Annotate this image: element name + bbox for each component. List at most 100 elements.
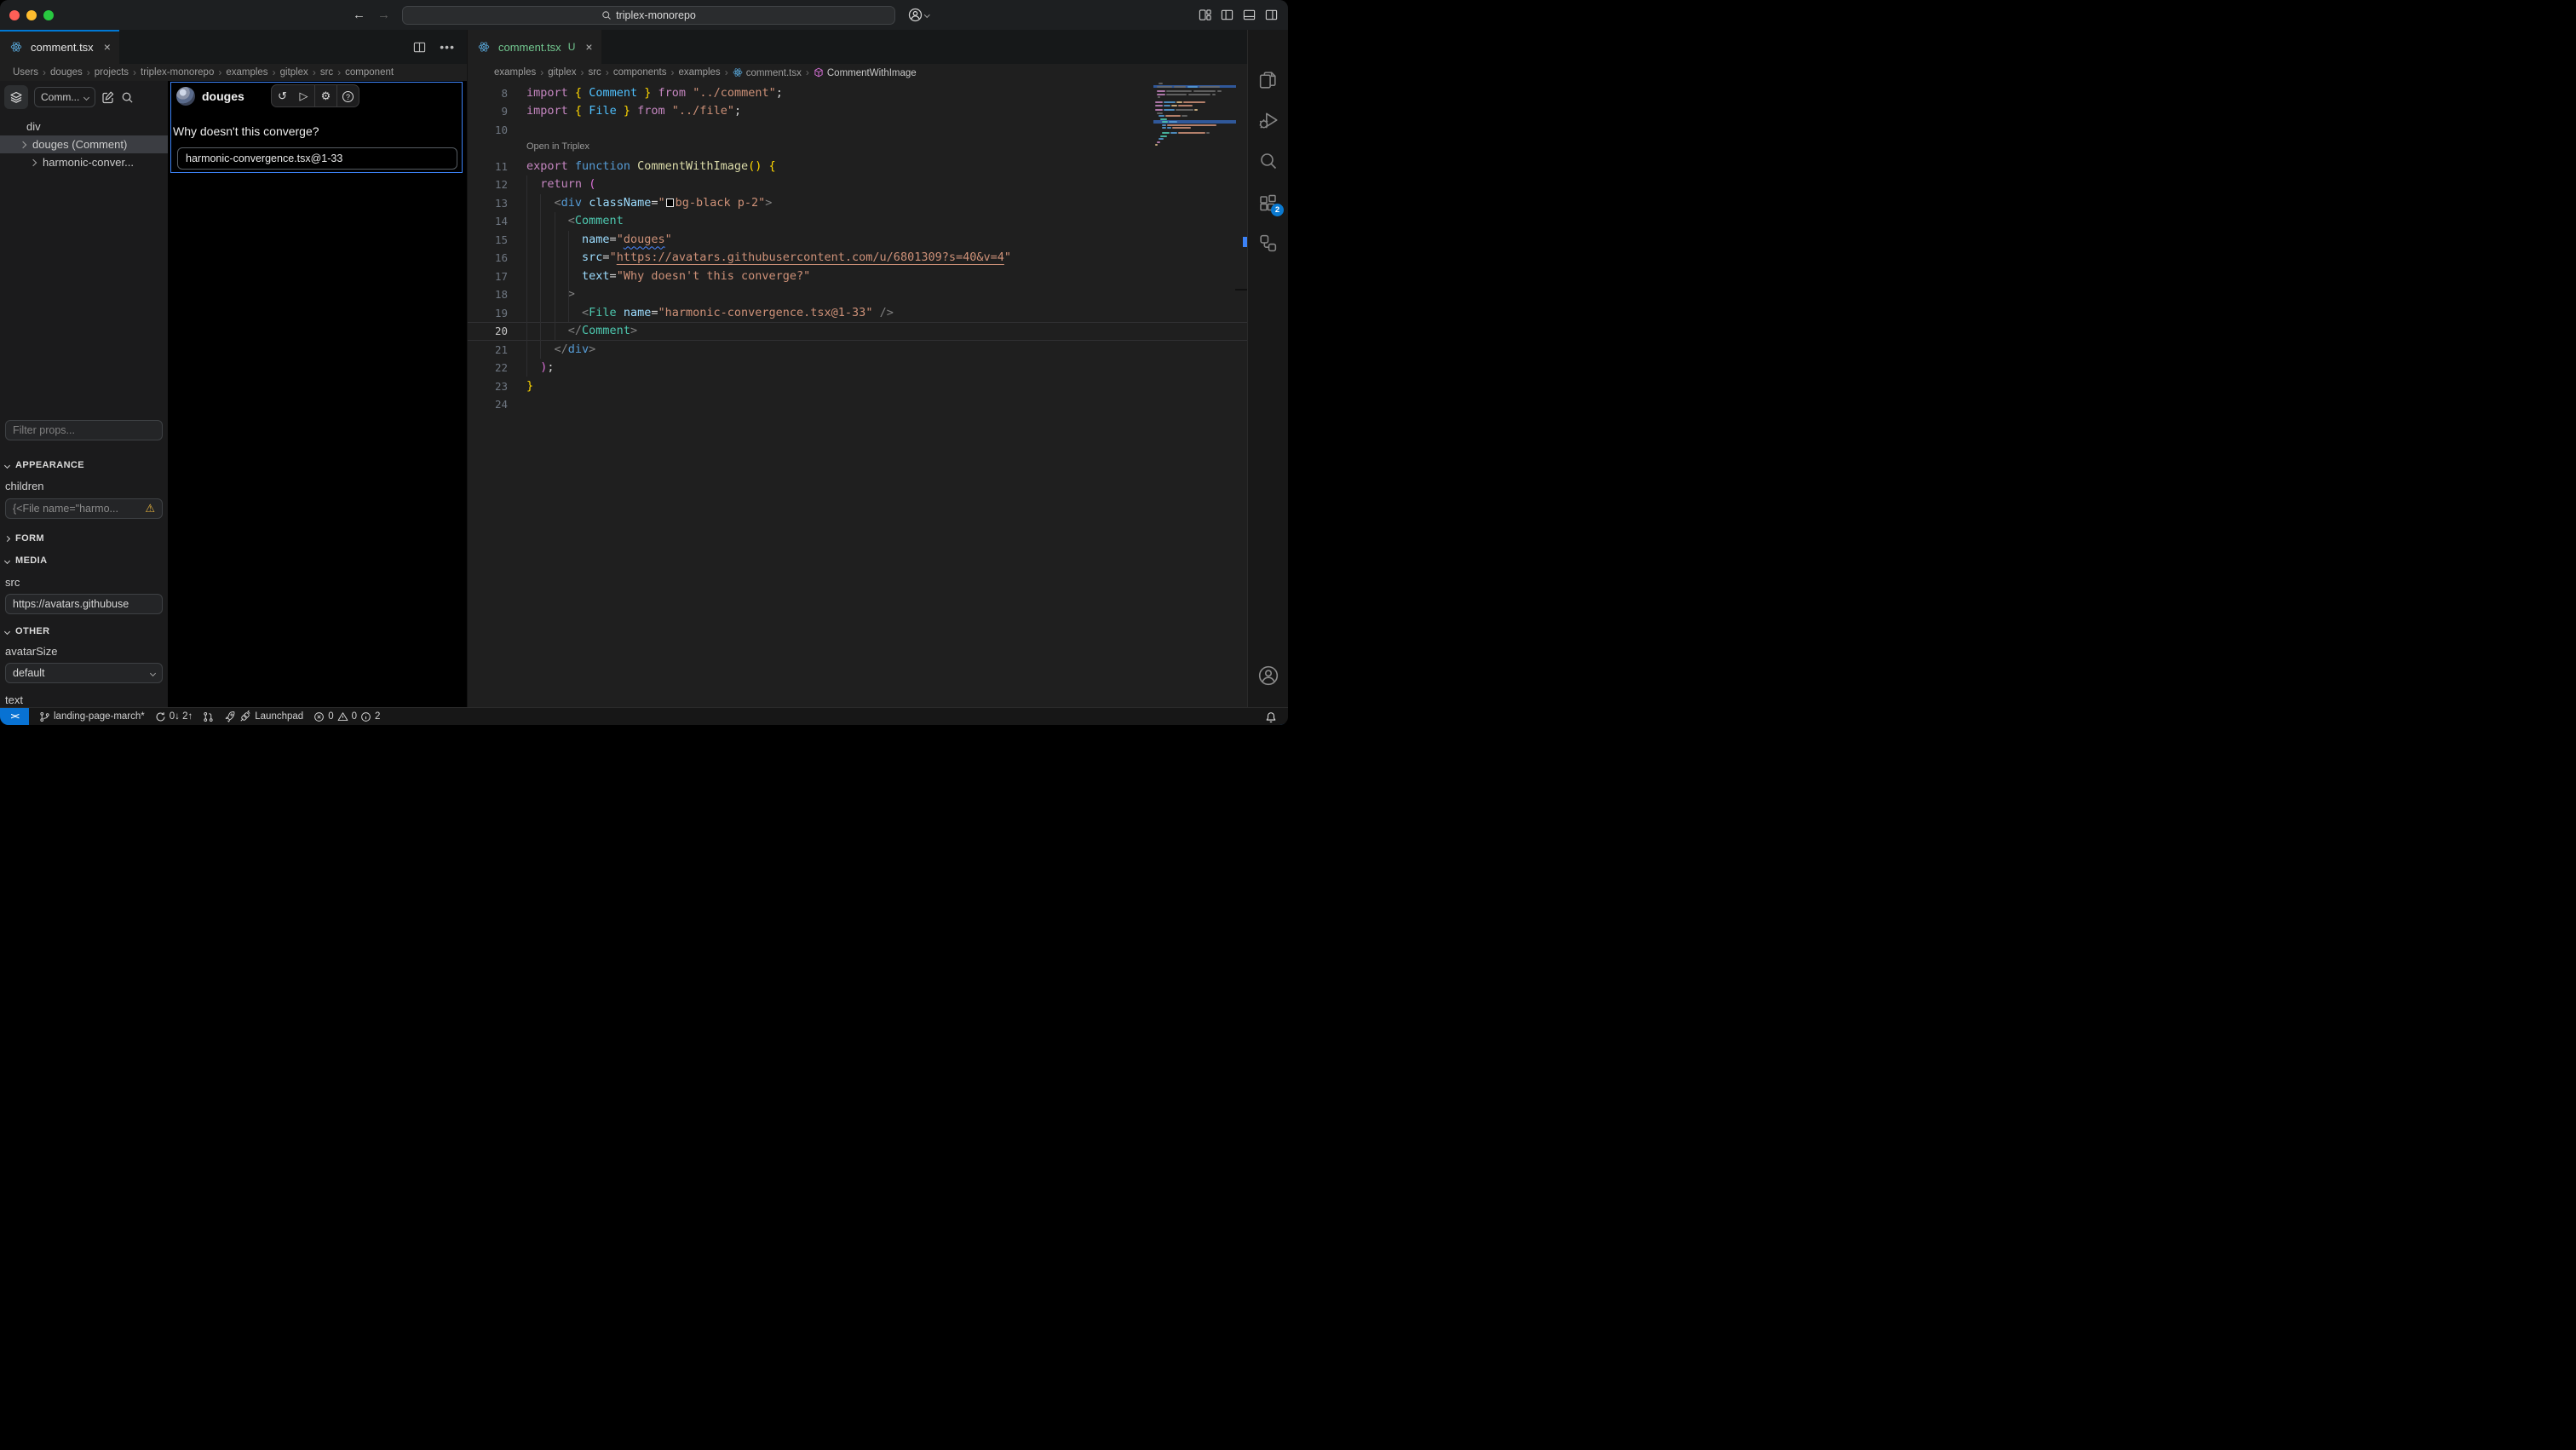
remote-indicator[interactable]: >< (0, 708, 29, 726)
minimap-line (1157, 86, 1172, 88)
children-input[interactable]: {<File name="harmo... ⚠ (5, 498, 163, 519)
code-line-11[interactable]: 11export function CommentWithImage() { (468, 158, 1247, 176)
history-forward-button[interactable]: → (377, 8, 390, 22)
code-line-16[interactable]: 16 src="https://avatars.githubuserconten… (468, 249, 1247, 268)
breadcrumb-item[interactable]: comment.tsx (733, 67, 802, 78)
launchpad-item[interactable]: Launchpad (224, 711, 303, 722)
code-line-8[interactable]: 8import { Comment } from "../comment"; (468, 84, 1247, 103)
undo-icon[interactable]: ↺ (272, 89, 293, 103)
breadcrumb-item[interactable]: component (345, 67, 394, 78)
codelens-row[interactable]: Open in Triplex (468, 139, 1247, 158)
code-line-21[interactable]: 21 </div> (468, 341, 1247, 360)
filter-props-input[interactable] (5, 420, 163, 440)
tab-comment-tsx-code[interactable]: comment.tsx U × (468, 30, 601, 64)
breadcrumb-item[interactable]: src (320, 67, 333, 78)
src-input[interactable]: https://avatars.githubuse (5, 594, 163, 614)
breadcrumb-item[interactable]: triplex-monorepo (141, 67, 214, 78)
toggle-secondary-sidebar-icon[interactable] (1265, 9, 1278, 21)
left-breadcrumb[interactable]: Users›douges›projects›triplex-monorepo›e… (0, 64, 467, 81)
code-line-9[interactable]: 9import { File } from "../file"; (468, 102, 1247, 121)
help-icon[interactable]: ? (337, 89, 359, 103)
bell-icon[interactable] (1265, 711, 1277, 723)
component-selector[interactable]: Comm... (34, 87, 95, 107)
breadcrumb-item[interactable]: Users (13, 67, 38, 78)
minimize-window-button[interactable] (26, 10, 37, 20)
chevron-right-icon[interactable] (30, 158, 37, 165)
avatar-size-select[interactable]: default (5, 663, 163, 683)
code-line-17[interactable]: 17 text="Why doesn't this converge?" (468, 268, 1247, 286)
toggle-panel-icon[interactable] (1243, 9, 1256, 21)
breadcrumb-item[interactable]: src (588, 67, 601, 78)
section-other[interactable]: OTHER (5, 626, 163, 636)
close-window-button[interactable] (9, 10, 20, 20)
toggle-primary-sidebar-icon[interactable] (1221, 9, 1233, 21)
breadcrumb-item[interactable]: examples (494, 67, 536, 78)
close-tab-icon[interactable]: × (104, 40, 111, 54)
minimap-line (1206, 132, 1210, 134)
code-line-23[interactable]: 23} (468, 377, 1247, 396)
line-content: import { File } from "../file"; (526, 102, 741, 121)
breadcrumb-separator: › (273, 66, 276, 78)
git-sync-item[interactable]: 0↓ 2↑ (155, 711, 193, 722)
breadcrumb-item[interactable]: gitplex (548, 67, 576, 78)
play-icon[interactable]: ▷ (293, 89, 314, 103)
pull-request-item[interactable] (203, 711, 214, 722)
section-media[interactable]: MEDIA (5, 555, 163, 566)
code-line-12[interactable]: 12 return ( (468, 175, 1247, 194)
settings-icon[interactable]: ⚙ (315, 89, 336, 103)
problems-item[interactable]: 0 0 2 (313, 711, 380, 722)
code-line-15[interactable]: 15 name="douges" (468, 231, 1247, 250)
breadcrumb-item[interactable]: douges (50, 67, 83, 78)
run-debug-view-button[interactable] (1248, 110, 1288, 132)
editor-breadcrumb[interactable]: examples›gitplex›src›components›examples… (468, 64, 1247, 81)
tree-item-douges-comment-[interactable]: douges (Comment) (0, 135, 168, 153)
split-editor-icon[interactable] (413, 41, 426, 54)
section-appearance[interactable]: APPEARANCE (5, 460, 163, 470)
file-chip[interactable]: harmonic-convergence.tsx@1-33 (177, 147, 457, 170)
layers-button[interactable] (4, 85, 28, 109)
breadcrumb-item[interactable]: projects (95, 67, 129, 78)
scene-hierarchy-view-button[interactable] (1248, 233, 1288, 254)
tab-comment-tsx-preview[interactable]: comment.tsx × (0, 30, 119, 64)
breadcrumb-item[interactable]: gitplex (280, 67, 308, 78)
code-line-10[interactable]: 10 (468, 121, 1247, 140)
account-menu[interactable] (908, 0, 929, 30)
chevron-right-icon[interactable] (20, 141, 26, 147)
code-line-20[interactable]: 20 </Comment> (468, 322, 1247, 341)
code-line-18[interactable]: 18 > (468, 285, 1247, 304)
close-tab-icon[interactable]: × (585, 40, 592, 54)
code-line-22[interactable]: 22 ); (468, 359, 1247, 377)
code-line-19[interactable]: 19 <File name="harmonic-convergence.tsx@… (468, 304, 1247, 323)
edit-component-button[interactable] (101, 90, 115, 104)
history-back-button[interactable]: ← (353, 8, 365, 22)
tree-item-div[interactable]: div (0, 118, 168, 135)
minimap-line (1157, 112, 1163, 114)
codelens-link[interactable]: Open in Triplex (526, 139, 589, 158)
git-branch-item[interactable]: landing-page-march* (39, 711, 145, 722)
preview-canvas[interactable]: douges Why doesn't this converge? harmon… (168, 81, 467, 707)
minimap-line (1155, 105, 1163, 106)
minimap-line (1162, 121, 1168, 123)
maximize-window-button[interactable] (43, 10, 54, 20)
code-editor[interactable]: 8import { Comment } from "../comment";9i… (468, 81, 1247, 707)
command-center-search[interactable]: triplex-monorepo (402, 6, 895, 25)
extensions-view-button[interactable]: 2 (1248, 193, 1288, 213)
breadcrumb-item[interactable]: examples (226, 67, 267, 78)
code-line-24[interactable]: 24 (468, 395, 1247, 414)
minimap-line (1162, 124, 1166, 126)
scene-search-button[interactable] (121, 91, 134, 104)
tree-item-harmonic-conver-[interactable]: harmonic-conver... (0, 153, 168, 171)
breadcrumb-item[interactable]: examples (678, 67, 720, 78)
explorer-view-button[interactable] (1248, 70, 1288, 91)
breadcrumb-item[interactable]: CommentWithImage (814, 67, 917, 78)
account-button[interactable] (1248, 665, 1288, 687)
search-view-button[interactable] (1248, 151, 1288, 171)
code-line-13[interactable]: 13 <div className="bg-black p-2"> (468, 194, 1247, 213)
line-content: name="douges" (526, 231, 672, 250)
customize-layout-icon[interactable] (1199, 9, 1211, 21)
section-form[interactable]: FORM (5, 533, 163, 544)
breadcrumb-separator: › (87, 66, 90, 78)
code-line-14[interactable]: 14 <Comment (468, 212, 1247, 231)
breadcrumb-item[interactable]: components (613, 67, 667, 78)
more-actions-icon[interactable]: ••• (440, 40, 455, 54)
